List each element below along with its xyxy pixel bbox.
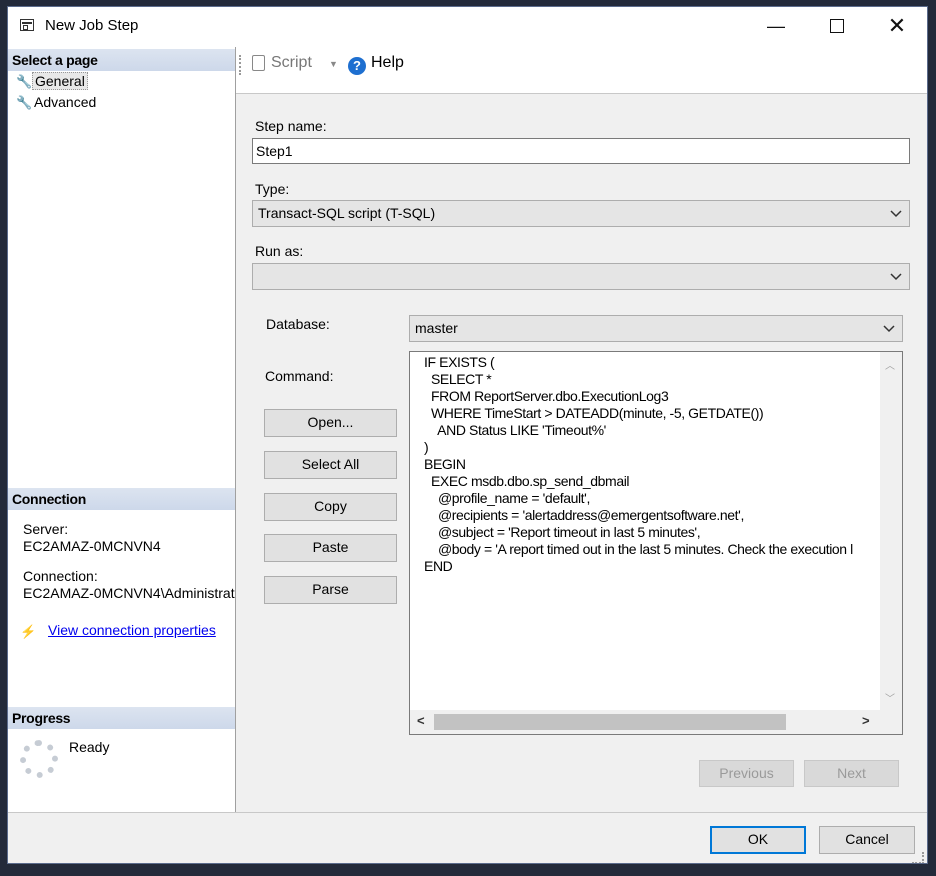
dialog-button-bar: OK Cancel [8, 812, 927, 863]
next-button[interactable]: Next [804, 760, 899, 787]
toolbar-grip [239, 55, 243, 75]
progress-spinner-icon [20, 740, 58, 778]
chevron-down-icon [890, 273, 902, 281]
connection-label: Connection: [23, 568, 98, 584]
database-select-value: master [415, 320, 458, 336]
parse-button[interactable]: Parse [264, 576, 397, 604]
page-item-general[interactable]: 🔧 General [16, 72, 88, 90]
view-connection-properties-link[interactable]: View connection properties [48, 622, 216, 638]
scroll-up-icon[interactable]: ︿ [885, 357, 895, 372]
previous-button[interactable]: Previous [699, 760, 794, 787]
command-editor[interactable]: IF EXISTS ( SELECT * FROM ReportServer.d… [409, 351, 903, 735]
command-label: Command: [265, 368, 334, 384]
cancel-button[interactable]: Cancel [819, 826, 915, 854]
scrollbar-corner [880, 710, 902, 734]
step-name-input[interactable]: Step1 [252, 138, 910, 164]
close-button[interactable]: ✕ [874, 11, 920, 41]
new-job-step-dialog: New Job Step — ✕ Select a page 🔧 General … [7, 6, 928, 864]
type-label: Type: [255, 181, 290, 197]
toolbar: Script ▼ ? Help [236, 47, 927, 94]
resize-grip-icon[interactable] [912, 852, 924, 863]
horizontal-scrollbar[interactable]: < > [410, 710, 882, 734]
open-button[interactable]: Open... [264, 409, 397, 437]
dialog-window-icon [20, 19, 34, 31]
progress-header: Progress [8, 707, 235, 729]
step-name-label: Step name: [255, 118, 327, 134]
script-dropdown-chevron-icon[interactable]: ▼ [329, 59, 338, 69]
scroll-right-icon[interactable]: > [862, 713, 870, 728]
server-label: Server: [23, 521, 69, 537]
help-button[interactable]: ? Help [348, 54, 404, 75]
select-page-header: Select a page [8, 49, 235, 71]
wrench-icon: 🔧 [16, 95, 33, 110]
chevron-down-icon [890, 210, 902, 218]
minimize-button[interactable]: — [753, 11, 799, 41]
connection-header: Connection [8, 488, 235, 510]
run-as-select[interactable] [252, 263, 910, 290]
horizontal-scroll-thumb[interactable] [434, 714, 786, 730]
scroll-down-icon[interactable]: ﹀ [885, 690, 895, 705]
copy-button[interactable]: Copy [264, 493, 397, 521]
database-label: Database: [266, 316, 330, 332]
window-title: New Job Step [45, 17, 139, 34]
script-icon [252, 54, 265, 71]
page-item-advanced[interactable]: 🔧 Advanced [16, 93, 98, 111]
progress-status: Ready [69, 739, 110, 755]
server-value: EC2AMAZ-0MCNVN4 [23, 538, 161, 554]
ok-button[interactable]: OK [710, 826, 806, 854]
vertical-scrollbar[interactable]: ︿ ﹀ [880, 352, 902, 710]
script-button[interactable]: Script [252, 54, 312, 72]
connection-value: EC2AMAZ-0MCNVN4\Administrator [23, 585, 235, 601]
wrench-icon: 🔧 [16, 74, 33, 89]
database-select[interactable]: master [409, 315, 903, 342]
script-label: Script [271, 54, 312, 71]
help-icon: ? [348, 57, 366, 75]
select-all-button[interactable]: Select All [264, 451, 397, 479]
command-text[interactable]: IF EXISTS ( SELECT * FROM ReportServer.d… [424, 354, 880, 709]
paste-button[interactable]: Paste [264, 534, 397, 562]
maximize-button[interactable] [814, 11, 860, 41]
help-label: Help [371, 54, 404, 71]
page-item-label: General [32, 72, 88, 90]
title-bar: New Job Step — ✕ [8, 7, 927, 45]
run-as-label: Run as: [255, 243, 304, 259]
right-pane: Script ▼ ? Help Step name: Step1 Type: Tr… [236, 47, 927, 812]
minimize-icon: — [767, 16, 785, 36]
type-select-value: Transact-SQL script (T-SQL) [258, 205, 436, 221]
close-icon: ✕ [887, 13, 907, 38]
plug-icon: ⚡ [20, 624, 37, 639]
type-select[interactable]: Transact-SQL script (T-SQL) [252, 200, 910, 227]
left-pane: Select a page 🔧 General 🔧 Advanced Connect… [8, 47, 236, 812]
maximize-icon [830, 18, 844, 33]
chevron-down-icon [883, 325, 895, 333]
scroll-left-icon[interactable]: < [417, 713, 425, 728]
page-item-label: Advanced [34, 94, 97, 110]
